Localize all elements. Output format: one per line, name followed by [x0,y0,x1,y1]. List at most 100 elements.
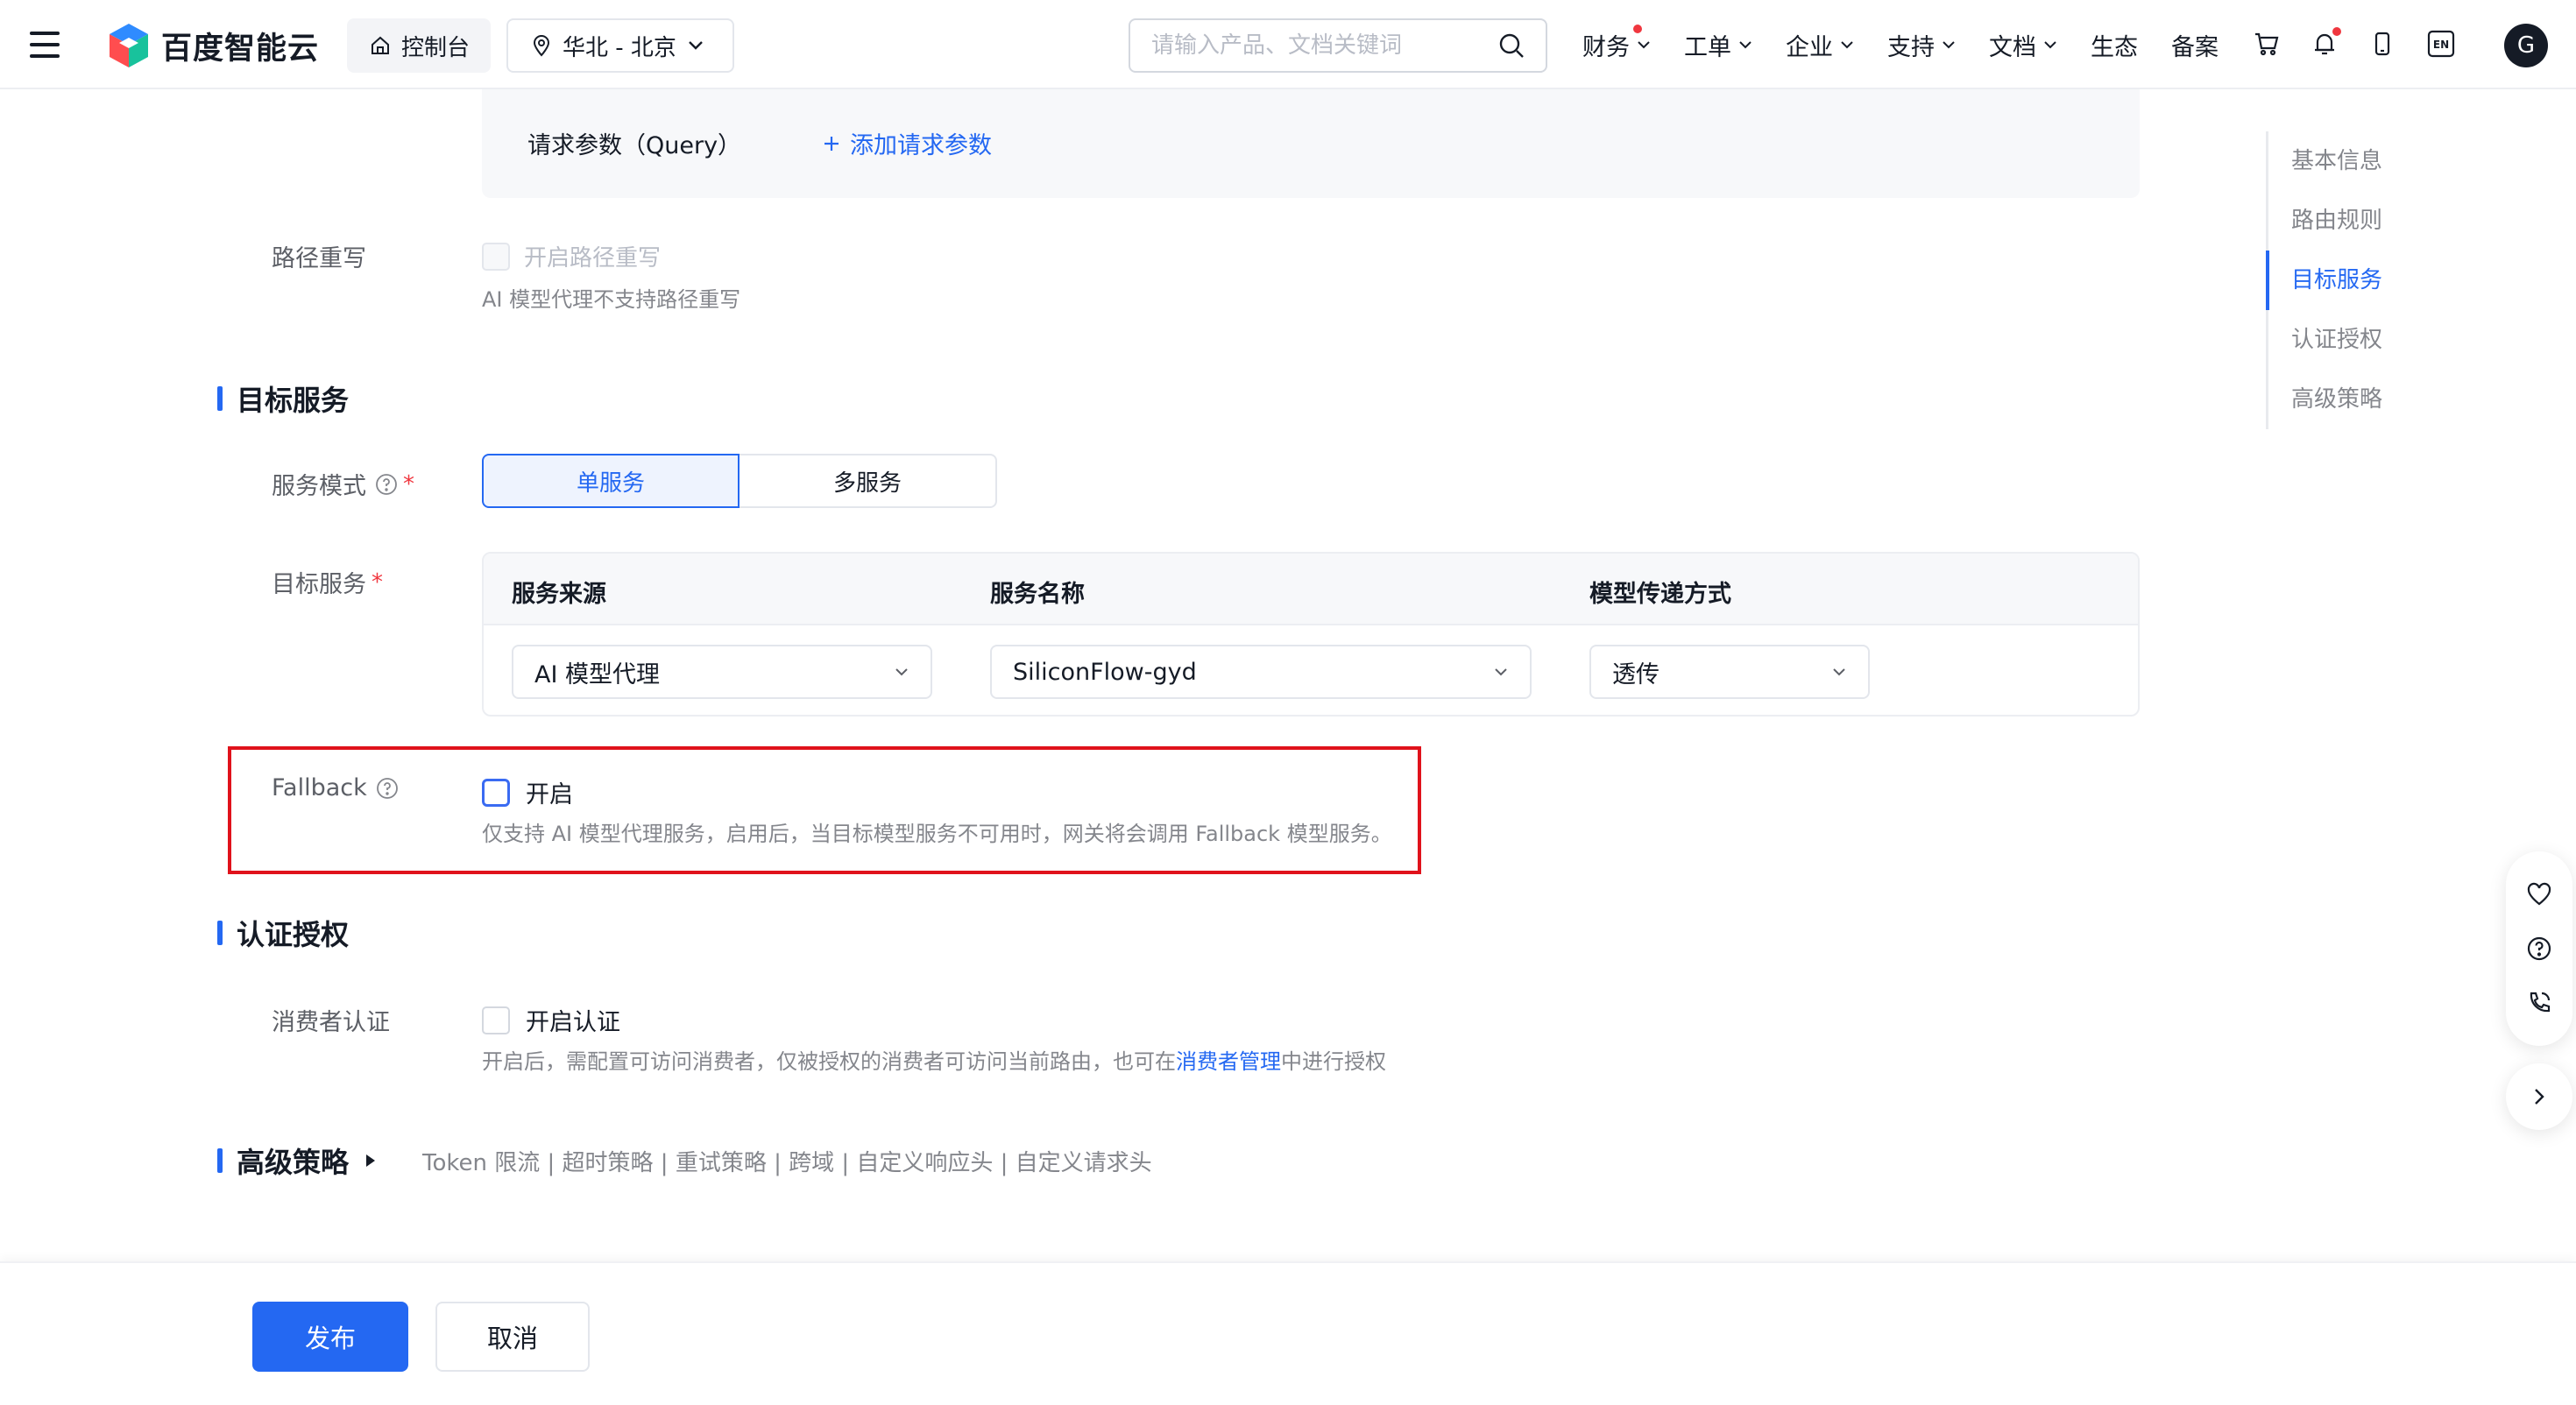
nav-item-enterprise[interactable]: 企业 [1786,28,1854,62]
search-input[interactable] [1151,32,1498,59]
consumer-auth-option: 开启认证 [482,1003,620,1037]
nav-label: 财务 [1582,33,1630,61]
language-label: EN [2433,39,2449,51]
target-service-label-row: 目标服务 * [272,565,383,599]
anchor-target-service[interactable]: 目标服务 [2266,251,2441,310]
chevron-down-icon [1739,41,1752,49]
service-mode-single[interactable]: 单服务 [482,454,740,508]
notification-dot [2332,27,2341,36]
path-rewrite-label: 路径重写 [272,245,366,272]
service-mode-label-row: 服务模式 * [272,467,414,501]
anchor-advanced[interactable]: 高级策略 [2268,370,2441,429]
console-button[interactable]: 控制台 [347,18,491,73]
region-select[interactable]: 华北 - 北京 [506,18,734,73]
consumer-auth-checkbox[interactable] [482,1006,510,1034]
consumer-management-link[interactable]: 消费者管理 [1176,1049,1281,1074]
nav-label: 备案 [2171,33,2219,61]
chevron-down-icon [689,41,703,50]
plus-icon [824,136,839,151]
help-icon[interactable] [375,473,398,496]
section-marker [217,386,223,411]
console-label: 控制台 [401,34,471,61]
hint-text: 开启后，需配置可访问消费者，仅被授权的消费者可访问当前路由，也可在 [482,1049,1176,1074]
model-pass-select[interactable]: 透传 [1589,645,1870,699]
region-label: 华北 - 北京 [563,34,676,61]
nav-item-support[interactable]: 支持 [1887,28,1956,62]
service-mode-multi[interactable]: 多服务 [740,454,997,508]
hint-text: 中进行授权 [1281,1049,1386,1074]
service-source-select[interactable]: AI 模型代理 [512,645,932,699]
top-nav: 财务 工单 企业 支持 文档 生态 备案 [1582,24,2219,65]
nav-item-finance[interactable]: 财务 [1582,24,1651,62]
nav-label: 工单 [1684,33,1731,61]
nav-item-ticket[interactable]: 工单 [1684,28,1752,62]
consumer-auth-hint: 开启后，需配置可访问消费者，仅被授权的消费者可访问当前路由，也可在消费者管理中进… [482,1044,1386,1075]
footer-bar: 发布 取消 [0,1261,2576,1405]
request-params-panel: 请求参数（Query） 添加请求参数 [482,89,2140,198]
help-circle-icon[interactable] [2526,935,2552,962]
logo-cube-icon [110,24,148,67]
section-advanced[interactable]: 高级策略 [217,1140,377,1181]
section-auth: 认证授权 [217,913,349,953]
chevron-down-icon [2044,41,2056,49]
anchor-routing-rules[interactable]: 路由规则 [2268,191,2441,251]
expand-button[interactable] [2506,1063,2572,1130]
logo[interactable]: 百度智能云 [107,21,319,70]
top-bar: 百度智能云 控制台 华北 - 北京 财务 工单 企业 支持 [0,0,2576,89]
column-header-model-pass: 模型传递方式 [1589,581,1731,608]
service-source-value: AI 模型代理 [534,660,661,688]
chevron-right-icon [2535,1089,2544,1105]
fallback-label-row: Fallback [272,774,399,801]
fallback-checkbox[interactable] [482,778,510,807]
service-name-select[interactable]: SiliconFlow-gyd [990,645,1532,699]
toolbar-icons: EN [2254,26,2455,65]
highlight-box [228,746,1421,874]
chevron-down-icon [895,668,908,676]
add-query-button[interactable]: 添加请求参数 [822,126,992,160]
nav-label: 企业 [1786,33,1833,61]
bell-icon[interactable] [2311,27,2341,60]
required-mark: * [372,568,383,596]
table-header: 服务来源 服务名称 模型传递方式 [484,554,2138,625]
publish-button[interactable]: 发布 [252,1302,408,1372]
menu-icon[interactable] [30,32,60,58]
language-icon[interactable]: EN [2427,30,2455,61]
query-label: 请求参数（Query） [527,132,742,159]
nav-label: 支持 [1887,33,1935,61]
target-service-table: 服务来源 服务名称 模型传递方式 AI 模型代理 SiliconFlow-gyd… [482,552,2140,717]
column-header-source: 服务来源 [512,581,606,608]
model-pass-value: 透传 [1612,660,1660,688]
section-marker [217,921,223,945]
fallback-checkbox-label: 开启 [526,781,573,808]
path-rewrite-hint: AI 模型代理不支持路径重写 [482,287,741,312]
search-icon[interactable] [1498,32,1525,59]
section-title: 目标服务 [237,384,350,417]
nav-item-filing[interactable]: 备案 [2171,28,2219,62]
home-icon [372,36,389,54]
avatar[interactable]: G [2504,24,2548,67]
phone-icon[interactable] [2526,990,2552,1016]
section-title: 认证授权 [237,918,350,951]
mobile-icon[interactable] [2369,31,2396,60]
heart-icon[interactable] [2526,881,2552,907]
page-anchor: 基本信息 路由规则 目标服务 认证授权 高级策略 [2266,131,2441,429]
consumer-auth-checkbox-label: 开启认证 [526,1009,620,1036]
fallback-label: Fallback [272,774,367,801]
fallback-option: 开启 [482,775,573,809]
cancel-button[interactable]: 取消 [435,1302,590,1372]
cart-icon[interactable] [2254,31,2280,60]
path-rewrite-checkbox-label: 开启路径重写 [524,245,662,272]
column-header-name: 服务名称 [990,581,1085,608]
add-query-label: 添加请求参数 [850,132,992,159]
anchor-auth[interactable]: 认证授权 [2268,310,2441,370]
anchor-basic-info[interactable]: 基本信息 [2268,131,2441,191]
caret-right-icon [366,1154,376,1167]
nav-item-ecosystem[interactable]: 生态 [2091,28,2138,62]
help-icon[interactable] [376,777,399,800]
chevron-down-icon [1833,668,1845,676]
logo-text: 百度智能云 [161,31,320,67]
chevron-down-icon [1638,41,1650,49]
nav-item-docs[interactable]: 文档 [1989,28,2057,62]
consumer-auth-label: 消费者认证 [272,1009,390,1036]
nav-label: 文档 [1989,33,2036,61]
